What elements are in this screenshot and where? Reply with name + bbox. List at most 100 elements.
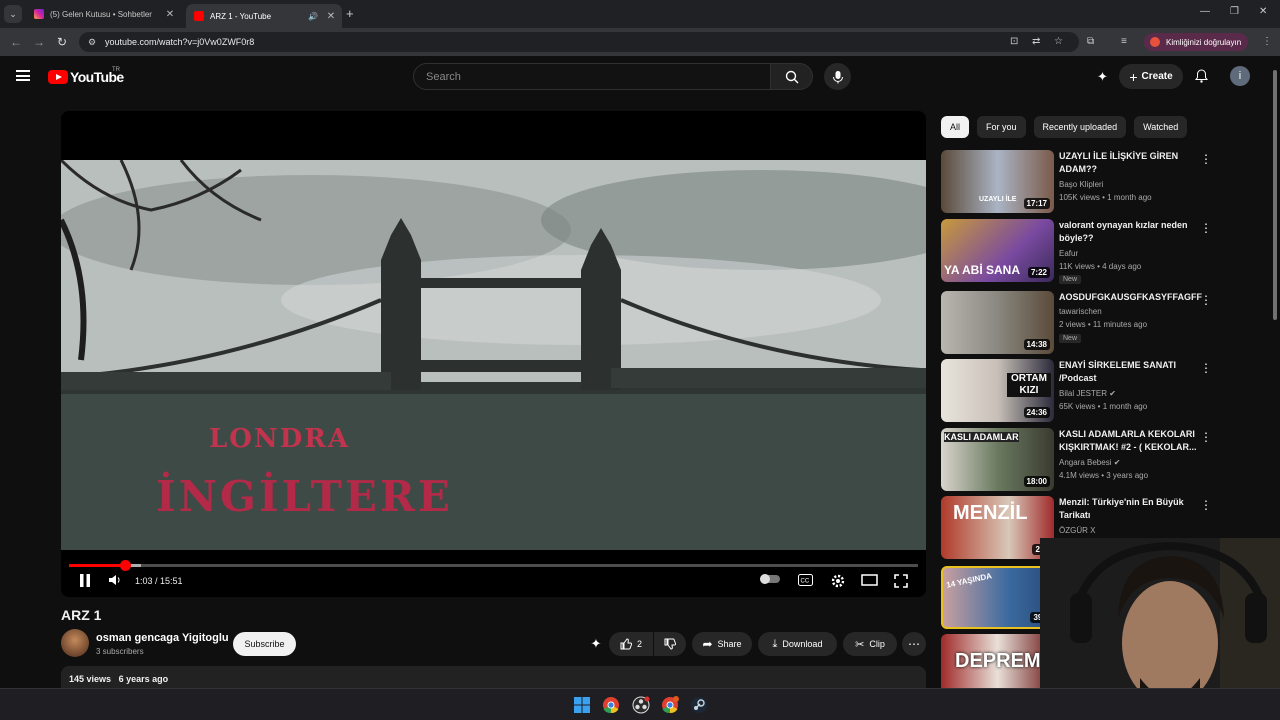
video-thumbnail[interactable]: YA ABİ SANA 7:22 (941, 219, 1054, 282)
translate-icon[interactable]: ⇄ (1032, 36, 1040, 47)
browser-tab-instagram[interactable]: (5) Gelen Kutusu • Sohbetler ✕ (26, 4, 181, 24)
like-button[interactable]: 2 (609, 632, 653, 656)
video-thumbnail[interactable]: UZAYLI İLE 17:17 (941, 150, 1054, 213)
upload-date: 6 years ago (118, 674, 169, 684)
more-vertical-icon[interactable]: ⋮ (1200, 293, 1212, 307)
account-avatar[interactable]: i (1230, 66, 1250, 86)
youtube-logo[interactable]: YouTube TR (48, 67, 124, 85)
chip-all[interactable]: All (941, 116, 970, 138)
duration-badge: 14:38 (1023, 339, 1050, 350)
video-thumbnail[interactable]: KASLI ADAMLAR 18:00 (941, 428, 1054, 491)
ask-sparkle-button[interactable]: ✦ (588, 632, 604, 656)
view-count: 145 views (69, 674, 112, 684)
chip-recently-uploaded[interactable]: Recently uploaded (1033, 116, 1127, 138)
thumbnail-text: DEPREM (955, 650, 1041, 672)
subtitles-button[interactable]: CC (798, 574, 813, 589)
video-thumbnail[interactable]: ORTAM KIZI 24:36 (941, 359, 1054, 422)
more-vertical-icon[interactable]: ⋮ (1200, 361, 1212, 375)
search-button[interactable] (771, 63, 813, 90)
recommendation-item[interactable]: ORTAM KIZI 24:36 ENAYİ SİRKELEME SANATI … (941, 359, 1221, 423)
chip-for-you[interactable]: For you (977, 116, 1026, 138)
fullscreen-button[interactable] (894, 574, 908, 591)
new-tab-button[interactable]: + (346, 6, 354, 21)
channel-avatar[interactable] (61, 629, 89, 657)
rec-channel[interactable]: ÖZGÜR X (1059, 526, 1095, 535)
video-thumbnail[interactable]: 14:38 (941, 291, 1054, 354)
tab-search-chevron-icon[interactable]: ⌄ (4, 5, 22, 23)
video-thumbnail[interactable]: 14 YAŞINDA 39: (941, 566, 1054, 629)
share-label: Share (717, 639, 742, 649)
more-vertical-icon[interactable]: ⋮ (1200, 430, 1212, 444)
video-thumbnail[interactable]: MENZİL 29: (941, 496, 1054, 559)
download-icon: ⤓ (772, 637, 778, 650)
profile-button[interactable]: Kimliğinizi doğrulayın (1144, 33, 1248, 51)
rec-channel[interactable]: Eafur (1059, 249, 1078, 258)
reload-icon[interactable]: ↻ (57, 35, 67, 49)
page-scrollbar-thumb[interactable] (1273, 70, 1277, 320)
chrome-active-icon[interactable] (661, 696, 679, 714)
voice-search-button[interactable] (824, 63, 851, 90)
speaker-icon[interactable]: 🔊 (306, 12, 320, 21)
extensions-icon[interactable]: ⧉ (1087, 36, 1094, 47)
obs-icon[interactable] (632, 696, 650, 714)
close-window-icon[interactable]: ✕ (1259, 6, 1267, 17)
windows-start-icon[interactable] (573, 696, 591, 714)
dislike-button[interactable] (654, 632, 686, 656)
create-button[interactable]: + Create (1119, 64, 1183, 89)
fullscreen-icon (894, 574, 908, 588)
close-tab-icon[interactable]: ✕ (324, 11, 338, 22)
thumbnail-text: MENZİL (953, 502, 1028, 524)
thumbnail-text: UZAYLI İLE (979, 196, 1017, 203)
rec-channel[interactable]: Angara Bebesi ✔ (1059, 458, 1120, 467)
more-vertical-icon[interactable]: ⋮ (1200, 221, 1212, 235)
notifications-bell-icon[interactable] (1195, 69, 1208, 86)
more-actions-button[interactable]: ⋯ (902, 632, 926, 656)
pause-button[interactable] (79, 574, 91, 590)
subscribe-button[interactable]: Subscribe (233, 632, 296, 656)
recommendation-item[interactable]: 14:38 AOSDUFGKAUSGFKASYFFAGFF tawarische… (941, 291, 1221, 355)
rec-channel[interactable]: tawarischen (1059, 307, 1102, 316)
theater-mode-button[interactable] (861, 574, 878, 589)
forward-icon[interactable]: → (33, 35, 45, 49)
rec-channel-name: Angara Bebesi (1059, 458, 1112, 467)
hamburger-menu-icon[interactable] (16, 70, 30, 81)
settings-gear-icon (831, 574, 845, 588)
site-info-icon[interactable]: ⚙ (88, 37, 96, 48)
autoplay-toggle[interactable] (759, 573, 781, 588)
back-icon[interactable]: ← (10, 35, 22, 49)
seek-handle[interactable] (120, 560, 131, 571)
address-bar[interactable]: ⚙ youtube.com/watch?v=j0Vw0ZWF0r8 (79, 32, 1079, 52)
minimize-icon[interactable]: — (1200, 6, 1210, 17)
new-badge: New (1059, 275, 1082, 284)
recommendation-item[interactable]: UZAYLI İLE 17:17 UZAYLI İLE İLİŞKİYE GİR… (941, 150, 1221, 214)
install-app-icon[interactable]: ⊡ (1010, 36, 1018, 47)
media-controls-icon[interactable]: ≡ (1121, 36, 1127, 47)
download-button[interactable]: ⤓ Download (758, 632, 837, 656)
close-tab-icon[interactable]: ✕ (163, 9, 177, 20)
recommendation-item[interactable]: YA ABİ SANA 7:22 valorant oynayan kızlar… (941, 219, 1221, 284)
channel-name[interactable]: osman gencaga Yigitoglu (96, 632, 229, 644)
overlay-text-londra: LONDRA (209, 424, 351, 454)
more-vertical-icon[interactable]: ⋮ (1200, 498, 1212, 512)
video-player[interactable]: LONDRA İNGİLTERE 1:03 / 15:51 CC (61, 111, 926, 597)
bookmark-star-icon[interactable]: ☆ (1054, 36, 1063, 47)
chip-watched[interactable]: Watched (1134, 116, 1188, 138)
steam-icon[interactable] (690, 696, 708, 714)
gemini-sparkle-icon[interactable]: ✦ (1097, 69, 1108, 85)
volume-button[interactable] (108, 574, 121, 589)
maximize-icon[interactable]: ❐ (1230, 6, 1239, 17)
more-vertical-icon[interactable]: ⋮ (1200, 152, 1212, 166)
chrome-icon[interactable] (602, 696, 620, 714)
browser-tab-youtube[interactable]: ARZ 1 - YouTube 🔊 ✕ (186, 4, 342, 28)
clip-button[interactable]: ✂ Clip (843, 632, 897, 656)
rec-channel[interactable]: Bilal JESTER ✔ (1059, 389, 1116, 398)
search-input[interactable]: Search (413, 63, 771, 90)
share-button[interactable]: ➦ Share (692, 632, 752, 656)
browser-menu-icon[interactable]: ⋮ (1262, 36, 1272, 47)
settings-button[interactable] (831, 574, 845, 591)
volume-icon (109, 575, 120, 585)
rec-channel[interactable]: Başo Klipleri (1059, 180, 1103, 189)
recommendation-item[interactable]: KASLI ADAMLAR 18:00 KASLI ADAMLARLA KEKO… (941, 428, 1221, 492)
seek-bar[interactable] (69, 560, 918, 571)
country-code: TR (112, 67, 120, 73)
